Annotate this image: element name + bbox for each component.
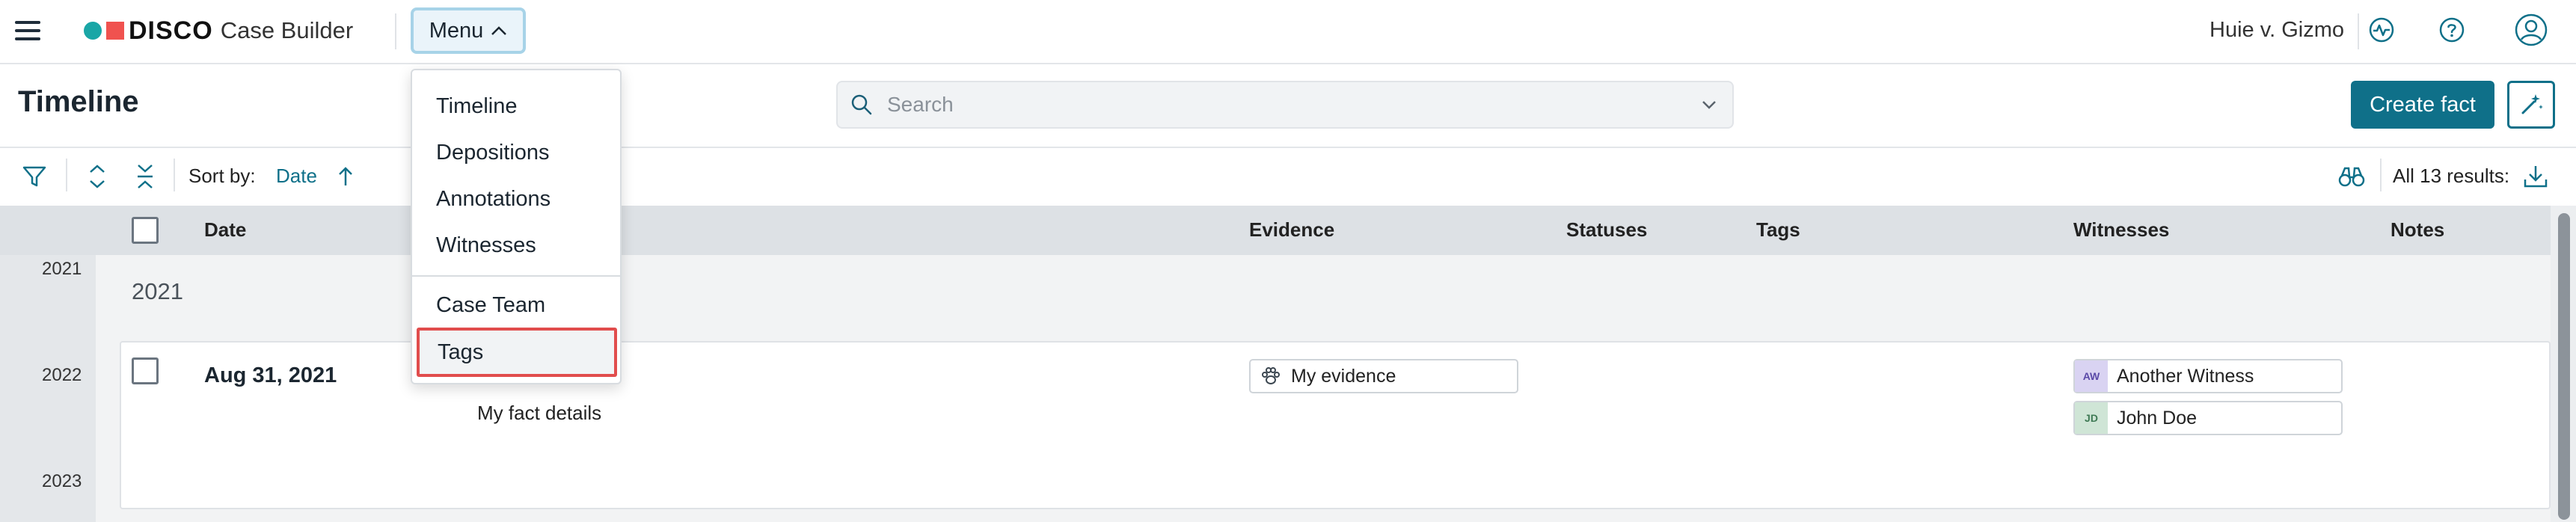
results-count: All 13 results: [2393, 165, 2510, 187]
search-input[interactable]: Search [887, 93, 1701, 117]
year-marker[interactable]: 2023 [42, 471, 82, 492]
activity-icon[interactable] [2365, 13, 2398, 46]
menu-item-label: Annotations [436, 186, 551, 211]
column-header-statuses[interactable]: Statuses [1566, 218, 1647, 242]
magic-wand-icon [2521, 94, 2543, 114]
sort-ascending-arrow-icon[interactable] [329, 160, 362, 193]
year-marker[interactable]: 2021 [42, 259, 82, 280]
menu-item-timeline[interactable]: Timeline [414, 84, 619, 129]
toolbar-divider-3 [2380, 159, 2382, 191]
table-header: Date Evidence Statuses Tags Witnesses No… [0, 206, 2551, 255]
logo-brand: DISCO [129, 16, 213, 45]
menu-button-label: Menu [429, 18, 484, 43]
row-checkbox[interactable] [132, 357, 159, 384]
navigation-menu-dropdown: Timeline Depositions Annotations Witness… [411, 69, 622, 384]
binoculars-icon[interactable] [2335, 160, 2368, 193]
select-all-checkbox[interactable] [132, 217, 159, 244]
sort-by-label: Sort by: [188, 165, 256, 187]
paw-icon [1260, 365, 1282, 387]
menu-divider [412, 275, 620, 277]
filter-icon[interactable] [18, 160, 51, 193]
year-marker[interactable]: 2022 [42, 365, 82, 386]
logo-dot-icon [84, 22, 102, 40]
top-bar [0, 0, 2576, 64]
toolbar-divider [66, 159, 67, 191]
user-account-icon[interactable] [2513, 12, 2549, 48]
menu-item-label: Timeline [436, 93, 518, 118]
chevron-down-icon[interactable] [1701, 99, 1717, 110]
page-title: Timeline [18, 85, 139, 118]
search-icon [850, 93, 874, 117]
column-header-witnesses[interactable]: Witnesses [2073, 218, 2169, 242]
toolbar-divider-2 [174, 159, 175, 191]
header-divider [395, 13, 396, 49]
evidence-name: My evidence [1291, 365, 1396, 387]
witness-pill-john-doe[interactable]: JD John Doe [2073, 401, 2343, 435]
menu-item-label: Tags [438, 340, 484, 364]
fact-date: Aug 31, 2021 [204, 363, 337, 387]
column-header-date[interactable]: Date [204, 218, 246, 242]
menu-item-depositions[interactable]: Depositions [414, 130, 619, 175]
evidence-pill[interactable]: My evidence [1249, 359, 1518, 393]
witness-name: John Doe [2117, 407, 2198, 429]
menu-item-case-team[interactable]: Case Team [414, 283, 619, 328]
menu-item-witnesses[interactable]: Witnesses [414, 223, 619, 268]
witness-pill-another-witness[interactable]: AW Another Witness [2073, 359, 2343, 393]
menu-item-tags[interactable]: Tags [417, 328, 617, 377]
menu-item-label: Case Team [436, 292, 546, 317]
column-header-evidence[interactable]: Evidence [1249, 218, 1334, 242]
fact-details[interactable]: My fact details [477, 402, 601, 425]
witness-name: Another Witness [2117, 365, 2254, 387]
column-header-tags[interactable]: Tags [1756, 218, 1800, 242]
column-header-notes[interactable]: Notes [2391, 218, 2444, 242]
disco-logo: DISCO Case Builder [84, 13, 353, 48]
collapse-all-icon[interactable] [129, 160, 162, 193]
help-icon[interactable] [2435, 13, 2468, 46]
create-fact-button[interactable]: Create fact [2351, 81, 2494, 129]
hamburger-menu-icon[interactable] [13, 16, 42, 45]
header-divider-right [2358, 13, 2359, 49]
sort-by-date-button[interactable]: Date [276, 165, 317, 188]
menu-item-label: Depositions [436, 140, 550, 165]
search-bar[interactable]: Search [836, 81, 1734, 129]
scrollbar-thumb[interactable] [2558, 213, 2570, 520]
logo-square-icon [106, 22, 124, 40]
magic-wand-button[interactable] [2507, 81, 2555, 129]
menu-item-annotations[interactable]: Annotations [414, 176, 619, 221]
group-year-label: 2021 [132, 278, 183, 304]
avatar: AW [2075, 360, 2108, 392]
title-divider [0, 147, 2576, 148]
case-name[interactable]: Huie v. Gizmo [2209, 18, 2344, 43]
avatar: JD [2075, 402, 2108, 434]
menu-item-label: Witnesses [436, 233, 536, 257]
menu-button[interactable]: Menu [411, 7, 526, 54]
expand-all-icon[interactable] [81, 160, 114, 193]
product-name: Case Builder [220, 17, 354, 43]
chevron-up-icon [491, 21, 507, 40]
download-icon[interactable] [2519, 160, 2552, 193]
